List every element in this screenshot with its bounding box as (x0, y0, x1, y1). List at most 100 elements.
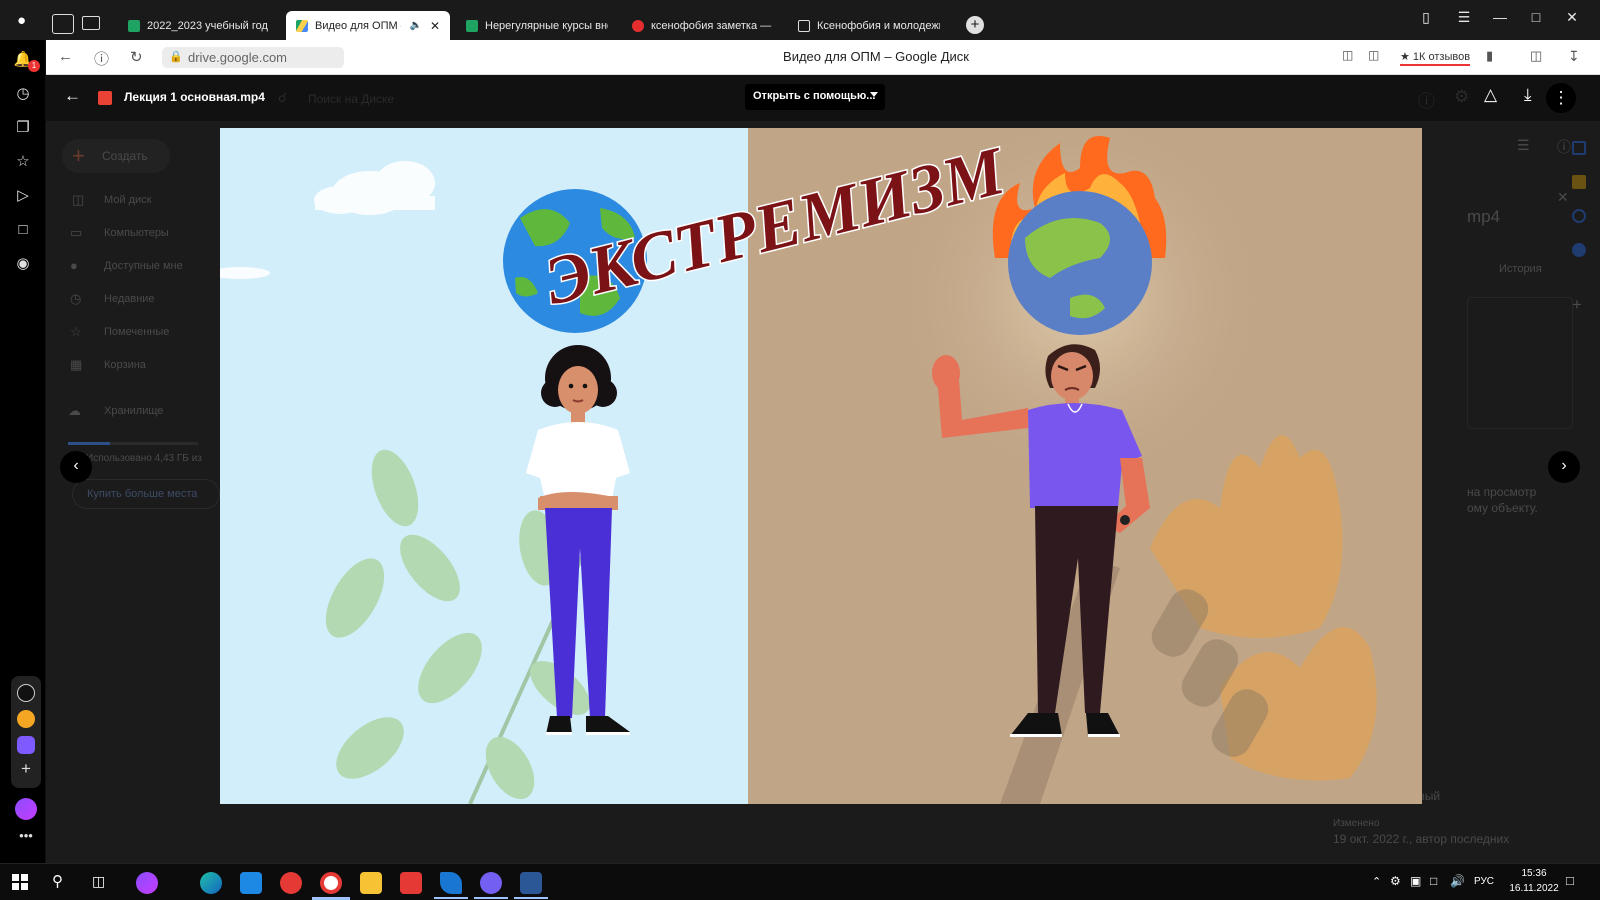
list-view-icon[interactable]: ☰ (1517, 137, 1530, 154)
prev-file-button[interactable]: ‹ (60, 451, 92, 483)
tab-irregular-courses[interactable]: Нерегулярные курсы вне (456, 11, 618, 40)
more-options-icon[interactable]: ⋮ (1546, 83, 1576, 113)
tray-monitor-icon[interactable]: ▣ (1410, 874, 1421, 888)
start-icon[interactable] (12, 874, 28, 890)
tab-school-year[interactable]: 2022_2023 учебный год - (118, 11, 280, 40)
more-icon[interactable]: ••• (15, 829, 37, 842)
back-arrow-icon[interactable]: ← (64, 86, 81, 106)
task-view-icon[interactable]: ◫ (92, 873, 105, 890)
bookmarks-panel-icon[interactable]: ▯ (1416, 9, 1436, 26)
feather-app-icon[interactable] (440, 872, 462, 894)
url-pill[interactable]: 🔒 drive.google.com (162, 47, 344, 68)
viewer-top-bar: ← Лекция 1 основная.mp4 Поиск на Диске ☌… (46, 75, 1600, 121)
alice-taskbar-icon[interactable] (136, 872, 158, 894)
settings-icon[interactable]: ⚙ (1454, 87, 1469, 107)
profile-icon[interactable]: ● (17, 12, 33, 29)
clock-date[interactable]: 16.11.2022 (1508, 883, 1560, 894)
mail-icon[interactable] (240, 872, 262, 894)
chevron-down-icon (870, 92, 878, 97)
next-file-button[interactable]: › (1548, 451, 1580, 483)
create-button[interactable]: + Создать (62, 139, 170, 173)
viber-icon[interactable] (480, 872, 502, 894)
nav-item-trash[interactable]: Корзина (104, 359, 146, 371)
add-app-icon[interactable]: + (17, 760, 35, 778)
explorer-icon[interactable] (360, 872, 382, 894)
alice-app-icon[interactable] (17, 684, 35, 702)
extensions-icon[interactable]: ◫ (1368, 48, 1379, 62)
translate-icon[interactable]: ◫ (1342, 48, 1353, 62)
yandex-browser-icon[interactable] (320, 872, 342, 894)
tab-label: Ксенофобия и молодежь (817, 19, 940, 32)
collections-icon[interactable]: ❐ (13, 118, 33, 138)
nav-item-shared[interactable]: Доступные мне (104, 260, 183, 272)
keep-app-icon[interactable] (1572, 175, 1586, 189)
search-placeholder: Поиск на Диске (308, 92, 395, 106)
new-tab-button[interactable]: + (966, 16, 984, 34)
app-messenger-icon[interactable] (17, 736, 35, 754)
alice-assistant-icon[interactable] (15, 798, 37, 820)
close-window-icon[interactable]: ✕ (1562, 9, 1582, 26)
nav-item-my-drive[interactable]: Мой диск (104, 194, 151, 206)
volume-icon[interactable]: 🔊 (1450, 874, 1465, 888)
network-icon[interactable]: □ (1430, 874, 1437, 888)
file-name: Лекция 1 основная.mp4 (124, 90, 265, 104)
buy-storage-button[interactable]: Купить больше места (72, 479, 220, 509)
protect-icon[interactable]: ⓘ (94, 48, 109, 69)
storage-label[interactable]: Хранилище (104, 405, 163, 417)
add-to-drive-icon[interactable]: △ (1484, 85, 1497, 105)
video-player[interactable]: ЭКСТРЕМИЗМ (220, 128, 1422, 804)
side-apps-column: + (1559, 125, 1599, 425)
contacts-app-icon[interactable] (1572, 243, 1586, 257)
open-with-button[interactable]: Открыть с помощью... (745, 84, 885, 110)
close-tab-icon[interactable]: ✕ (430, 19, 440, 33)
download-arrow-icon[interactable]: ↧ (1568, 48, 1580, 65)
storage-bar (68, 442, 198, 445)
tab-video-opm[interactable]: Видео для ОПМ – G 🔈 ✕ (286, 11, 450, 40)
add-addon-icon[interactable]: + (1572, 295, 1582, 315)
screenshot-icon[interactable]: ◉ (13, 254, 33, 274)
tray-chevron-icon[interactable]: ⌃ (1372, 875, 1381, 888)
tab-list-icon[interactable] (52, 14, 74, 34)
nav-item-starred[interactable]: Помеченные (104, 326, 169, 338)
sheets-icon (466, 19, 478, 32)
history-icon[interactable]: ◷ (13, 84, 33, 104)
tab-xenophobia-youth[interactable]: Ксенофобия и молодежь (788, 11, 950, 40)
menu-icon[interactable]: ☰ (1454, 9, 1474, 26)
app-orange-icon[interactable] (17, 710, 35, 728)
language-indicator[interactable]: РУС (1474, 876, 1494, 887)
word-icon[interactable] (520, 872, 542, 894)
tab-history[interactable]: История (1499, 263, 1542, 275)
reload-icon[interactable]: ↻ (130, 48, 143, 66)
reviews-badge[interactable]: ★ 1К отзывов (1400, 50, 1471, 66)
drive-icon (296, 19, 308, 32)
puzzle-icon[interactable]: ◫ (1530, 48, 1542, 64)
edge-icon[interactable] (200, 872, 222, 894)
wps-icon[interactable] (400, 872, 422, 894)
drive-folder-icon: ◫ (72, 192, 85, 207)
favorites-icon[interactable]: ☆ (13, 152, 33, 172)
calendar-app-icon[interactable] (1572, 141, 1586, 155)
yandex-taskbar-icon[interactable] (280, 872, 302, 894)
bookmark-icon[interactable]: ▮ (1486, 48, 1493, 64)
minimize-icon[interactable]: — (1490, 9, 1510, 25)
windows-taskbar: ⚲ ◫ ⌃ ⚙ ▣ □ 🔊 РУС 15:36 16.11.2022 □ (0, 863, 1600, 900)
details-title: mp4 (1467, 207, 1501, 226)
speaker-icon[interactable]: 🔈 (409, 20, 421, 31)
new-folder-icon[interactable] (82, 16, 100, 30)
video-icon[interactable]: ▷ (13, 186, 33, 206)
search-taskbar-icon[interactable]: ⚲ (52, 872, 63, 890)
nav-item-computers[interactable]: Компьютеры (104, 227, 169, 239)
tray-app-icon[interactable]: ⚙ (1390, 874, 1401, 888)
help-icon[interactable]: ⓘ (1418, 87, 1435, 112)
nav-item-recent[interactable]: Недавние (104, 293, 155, 305)
back-icon[interactable]: ← (58, 48, 73, 65)
download-icon[interactable]: ⤓ (1524, 85, 1532, 105)
services-icon[interactable]: □ (13, 220, 33, 240)
clock-time[interactable]: 15:36 (1508, 868, 1560, 879)
maximize-icon[interactable]: □ (1526, 9, 1546, 25)
modified-label: Изменено (1333, 818, 1380, 829)
address-bar: ← ⓘ ↻ 🔒 drive.google.com Видео для ОПМ –… (46, 40, 1600, 75)
tab-xenophobia-note[interactable]: ксенофобия заметка — Я (622, 11, 784, 40)
action-center-icon[interactable]: □ (1566, 873, 1574, 888)
tasks-app-icon[interactable] (1572, 209, 1586, 223)
